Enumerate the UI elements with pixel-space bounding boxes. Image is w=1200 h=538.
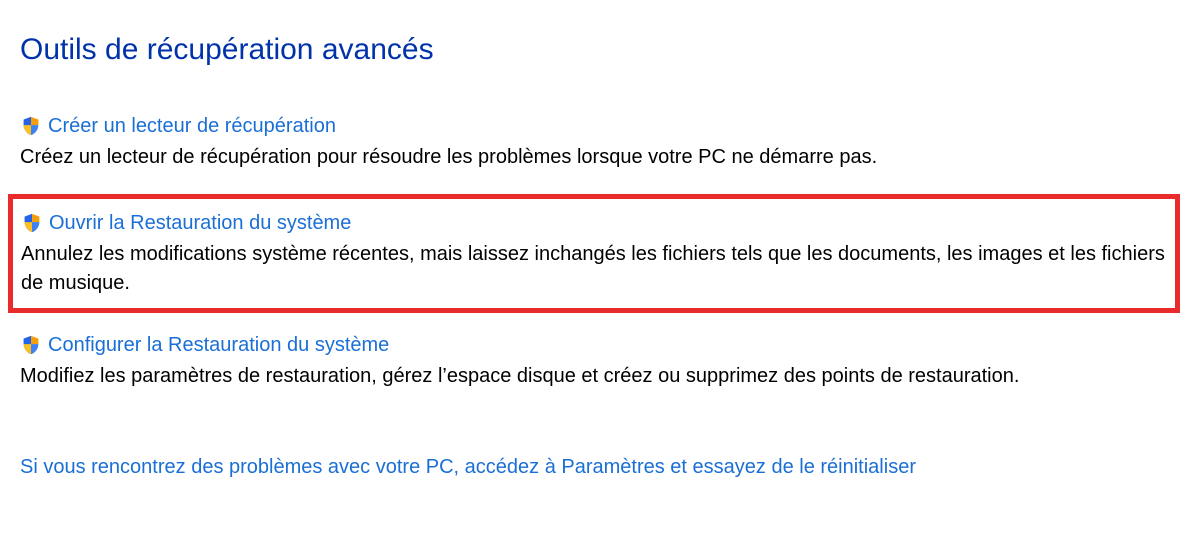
configure-system-restore-desc: Modifiez les paramètres de restauration,… [20,362,1180,391]
create-recovery-drive-link[interactable]: Créer un lecteur de récupération [48,112,336,141]
option-create-recovery-drive: Créer un lecteur de récupération Créez u… [20,112,1180,172]
reset-pc-link[interactable]: Si vous rencontrez des problèmes avec vo… [20,453,916,482]
option-configure-system-restore: Configurer la Restauration du système Mo… [20,331,1180,391]
shield-icon [20,115,42,137]
open-system-restore-desc: Annulez les modifications système récent… [21,240,1167,298]
page-title: Outils de récupération avancés [20,28,1180,72]
shield-icon [20,334,42,356]
shield-icon [21,212,43,234]
open-system-restore-link[interactable]: Ouvrir la Restauration du système [49,209,351,238]
configure-system-restore-link[interactable]: Configurer la Restauration du système [48,331,389,360]
create-recovery-drive-desc: Créez un lecteur de récupération pour ré… [20,143,1180,172]
option-open-system-restore: Ouvrir la Restauration du système Annule… [8,194,1180,313]
